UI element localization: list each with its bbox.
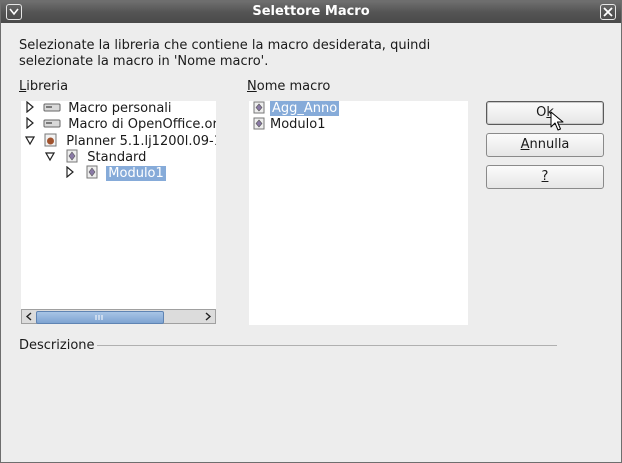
grip-icon (95, 315, 103, 320)
cancel-label-rest: nnulla (529, 137, 570, 152)
close-button[interactable] (600, 4, 616, 20)
macro-item-modulo1[interactable]: Modulo1 (253, 117, 326, 133)
tree-item-module1[interactable]: Modulo1 (65, 165, 166, 181)
description-label: Descrizione (19, 338, 95, 353)
chevron-down-icon (9, 8, 19, 16)
document-icon (44, 133, 57, 147)
ok-label-prefix: O (536, 105, 547, 120)
chevron-left-icon (25, 312, 32, 321)
title-bar: Selettore Macro (1, 1, 621, 23)
macro-name-label-rest: ome macro (256, 79, 331, 94)
macro-name-label-mnemonic: N (247, 79, 257, 94)
help-label: ? (541, 169, 549, 184)
tree-item-label: Modulo1 (106, 166, 166, 181)
tree-item-label: Macro personali (68, 101, 172, 116)
scroll-left-button[interactable] (22, 310, 35, 323)
window-title: Selettore Macro (252, 4, 370, 19)
collapse-arrow-icon[interactable] (44, 150, 56, 162)
library-horizontal-scrollbar[interactable] (21, 309, 216, 324)
description-separator (97, 345, 557, 346)
tree-item-planner-document[interactable]: Planner 5.1.lj1200l.09-10 (24, 133, 216, 149)
macro-item-label: Agg_Anno (270, 101, 340, 116)
close-icon (603, 7, 613, 17)
library-label: Libreria (19, 79, 68, 94)
macro-selector-dialog: Selettore Macro Selezionate la libreria … (0, 0, 622, 463)
expand-arrow-icon[interactable] (25, 101, 35, 114)
tree-item-standard-library[interactable]: Standard (44, 149, 147, 165)
instructions: Selezionate la libreria che contiene la … (19, 38, 430, 70)
tree-item-label: Standard (87, 150, 147, 165)
tree-item-label: Macro di OpenOffice.org (68, 117, 216, 132)
macro-item-agg-anno[interactable]: Agg_Anno (253, 101, 340, 117)
library-tree[interactable]: Macro personali Macro di OpenOffice.org … (21, 101, 216, 309)
macro-item-label: Modulo1 (270, 117, 326, 132)
ok-button[interactable]: Ok (486, 101, 604, 125)
openoffice-macros-icon (43, 119, 61, 128)
collapse-arrow-icon[interactable] (24, 134, 36, 146)
chevron-right-icon (205, 312, 212, 321)
personal-macros-icon (43, 103, 61, 112)
tree-item-openoffice-macros[interactable]: Macro di OpenOffice.org (25, 116, 216, 133)
instructions-line-1: Selezionate la libreria che contiene la … (19, 38, 431, 53)
tree-item-label: Planner 5.1.lj1200l.09-10 (66, 134, 216, 149)
instructions-line-2: selezionate la macro in 'Nome macro'. (19, 54, 269, 69)
help-button[interactable]: ? (486, 165, 604, 189)
library-label-rest: ibreria (26, 79, 69, 94)
tree-item-personal-macros[interactable]: Macro personali (25, 101, 172, 117)
scrollbar-thumb[interactable] (36, 311, 164, 324)
macro-icon (253, 101, 265, 114)
module-icon (86, 165, 98, 179)
macro-icon (253, 117, 265, 130)
window-menu-button[interactable] (6, 4, 22, 20)
cancel-button[interactable]: Annulla (486, 133, 604, 157)
expand-arrow-icon[interactable] (65, 165, 75, 179)
macro-name-list[interactable]: Agg_Anno Modulo1 (249, 101, 468, 325)
expand-arrow-icon[interactable] (25, 116, 35, 130)
library-icon (66, 149, 78, 163)
scroll-right-button[interactable] (202, 310, 215, 323)
macro-name-label: Nome macro (247, 79, 330, 94)
mouse-cursor-icon (550, 111, 564, 131)
